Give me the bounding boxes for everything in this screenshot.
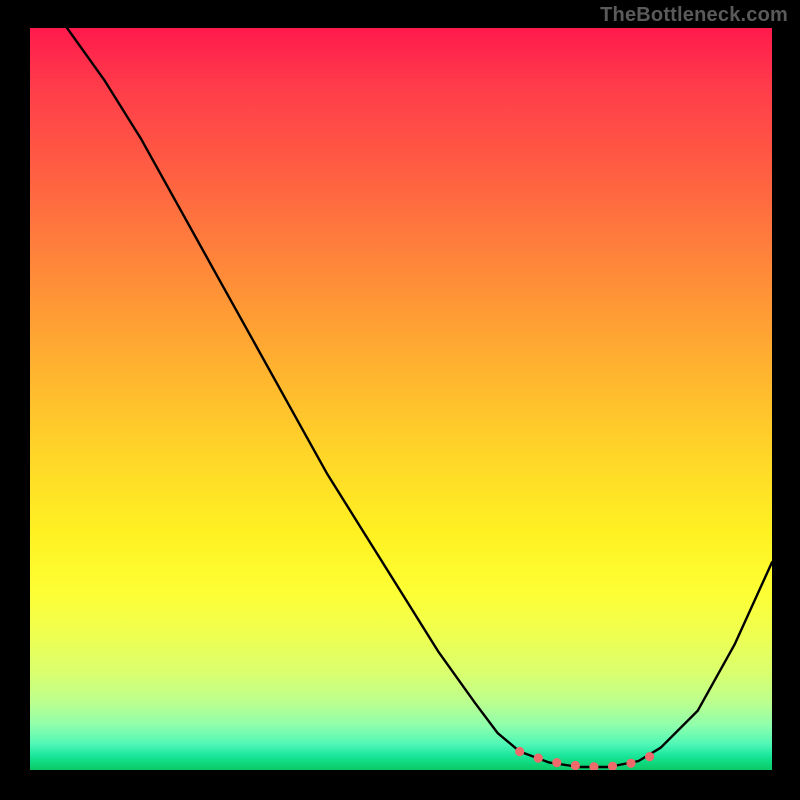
highlight-dot [608, 762, 617, 770]
highlight-dot [589, 762, 598, 770]
curve-svg [30, 28, 772, 770]
plot-area [30, 28, 772, 770]
highlight-dot [626, 759, 635, 768]
highlight-dot [645, 752, 654, 761]
main-curve [67, 28, 772, 767]
highlight-dot [534, 754, 543, 763]
highlight-dot [552, 758, 561, 767]
highlight-dot [571, 761, 580, 770]
watermark-text: TheBottleneck.com [600, 4, 788, 27]
chart-frame: TheBottleneck.com [0, 0, 800, 800]
highlight-dot [515, 747, 524, 756]
